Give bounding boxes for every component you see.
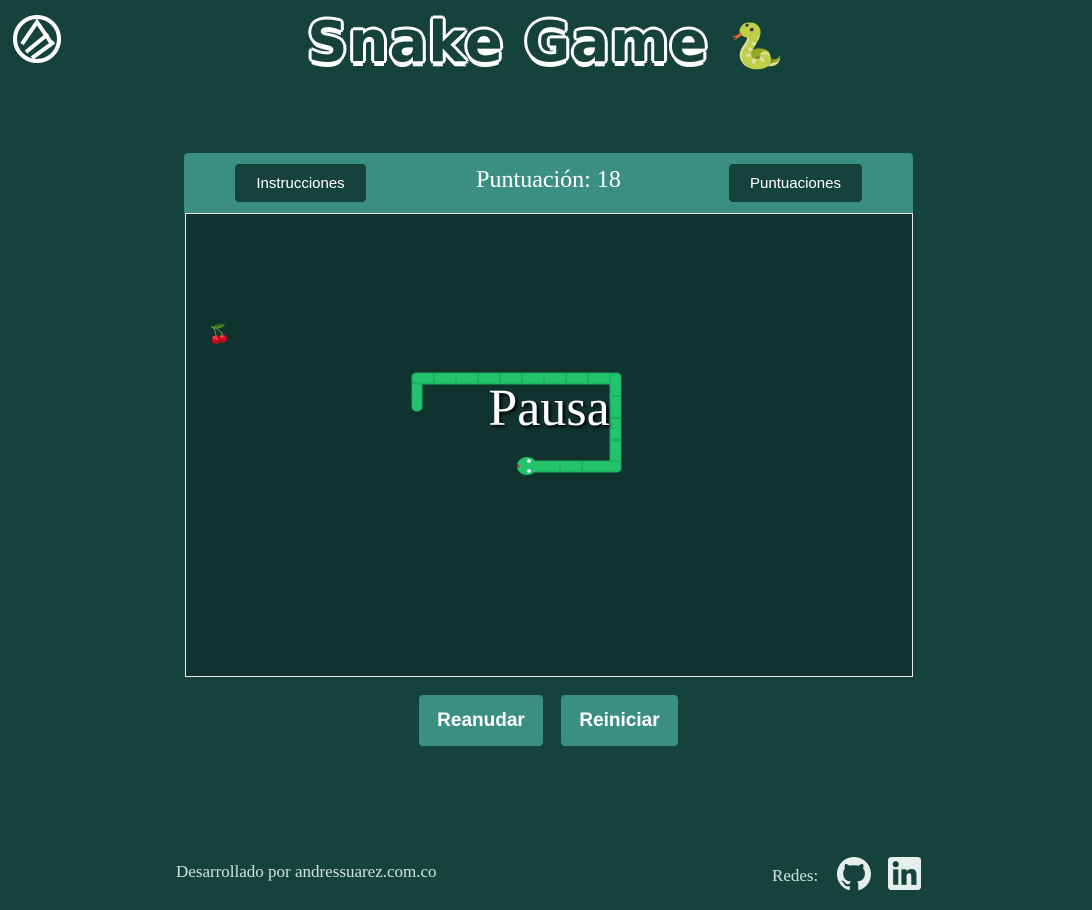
- pause-label: Pausa: [488, 380, 610, 437]
- resume-button[interactable]: Reanudar: [419, 695, 543, 746]
- snake: [411, 372, 622, 475]
- restart-button[interactable]: Reiniciar: [561, 695, 678, 746]
- game-panel: Instrucciones Puntuación: 18 Puntuacione…: [184, 153, 913, 677]
- game-header: Instrucciones Puntuación: 18 Puntuacione…: [184, 153, 913, 213]
- footer-redes-label: Redes:: [772, 866, 819, 885]
- game-board[interactable]: 🍒 Pausa: [185, 213, 913, 677]
- pause-overlay-text: Pausa: [186, 379, 912, 438]
- title-text: Snake Game: [307, 10, 709, 75]
- page-title: Snake Game 🐍: [0, 10, 1092, 75]
- scores-button[interactable]: Puntuaciones: [729, 164, 862, 202]
- linkedin-icon[interactable]: [888, 857, 921, 890]
- github-icon[interactable]: [837, 857, 871, 891]
- snake-emoji-icon: 🐍: [729, 20, 785, 72]
- footer-credit[interactable]: Desarrollado por andressuarez.com.co: [176, 862, 437, 882]
